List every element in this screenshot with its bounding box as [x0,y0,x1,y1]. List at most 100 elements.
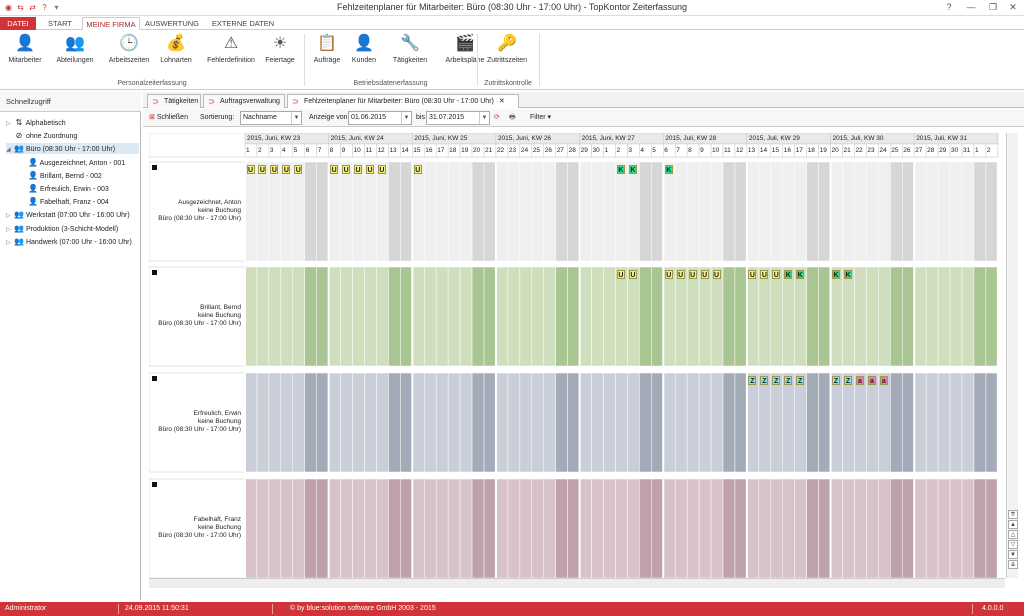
absence-badge[interactable]: K [628,165,637,174]
close-planner-button[interactable]: ⊠ Schließen [149,111,188,125]
absence-badge[interactable]: Z [772,376,781,385]
absence-badge[interactable]: a [867,376,876,385]
tree-expander-icon[interactable]: ▷ [6,238,14,249]
absence-badge[interactable]: U [330,165,339,174]
absence-badge[interactable]: U [616,270,625,279]
help-window-icon[interactable]: ? [938,0,960,14]
filter-button[interactable]: Filter ▾ [530,111,551,125]
absence-badge[interactable]: K [796,270,805,279]
tree-expander-icon[interactable]: ▷ [6,211,14,222]
tree-item[interactable]: ▷ 👥 Handwerk (07:00 Uhr - 16:00 Uhr) [6,236,139,247]
tree-item[interactable]: ▷ ⇅ Alphabetisch [6,117,139,128]
ribbon-tab-5[interactable]: EXTERNE DATEN [206,17,280,30]
ribbon-button-1-0[interactable]: 📋 Aufträge [310,34,344,74]
ribbon-button-0-5[interactable]: ☀ Feiertage [262,34,298,74]
to-date-field[interactable]: 31.07.2015 ▼ [426,111,490,125]
absence-badge[interactable]: Z [760,376,769,385]
tree-item[interactable]: ▷ 👥 Werkstatt (07:00 Uhr - 16:00 Uhr) [6,209,139,220]
absence-badge[interactable]: U [688,270,697,279]
tree-item[interactable]: 👤 Erfreulich, Erwin - 003 [20,183,139,194]
tree-expander-icon[interactable]: ▷ [6,119,14,130]
scroll-up-icon[interactable]: ▲ [1008,520,1018,529]
ribbon-tab-4[interactable]: AUSWERTUNG [141,17,203,30]
row-select-marker[interactable] [152,482,157,487]
absence-badge[interactable]: Z [844,376,852,385]
tree-item[interactable]: ◢ 👥 Büro (08:30 Uhr - 17:00 Uhr) [6,143,139,156]
absence-badge[interactable]: U [664,270,673,279]
absence-badge[interactable]: U [354,165,363,174]
row-select-marker[interactable] [152,165,157,170]
absence-badge[interactable]: U [294,165,303,174]
absence-badge[interactable]: U [712,270,721,279]
absence-badge[interactable]: U [246,165,255,174]
day-cell [878,478,891,578]
from-date-field[interactable]: 01.06.2015 ▼ [348,111,412,125]
tree-item[interactable]: ▷ 👥 Produktion (3-Schicht-Modell) [6,223,139,234]
scroll-bottom-icon[interactable]: ⇊ [1008,560,1018,569]
absence-badge[interactable]: U [676,270,685,279]
document-tab[interactable]: ⊃ Auftragsverwaltung [203,94,285,108]
absence-badge[interactable]: Z [748,376,757,385]
absence-badge[interactable]: U [270,165,279,174]
absence-badge[interactable]: Z [832,376,841,385]
horizontal-scrollbar[interactable] [149,578,1005,588]
sort-select[interactable]: Nachname ▼ [240,111,302,125]
minimize-button[interactable]: — [960,0,982,14]
ribbon-button-0-3[interactable]: 💰 Lohnarten [155,34,197,74]
ribbon-tab-3[interactable]: MEINE FIRMA [82,17,140,30]
refresh-icon[interactable]: ⟳ [494,111,500,125]
week-header: 2015, Juli, KW 29 [748,135,800,142]
document-tab[interactable]: ⊃ Fehlzeitenplaner für Mitarbeiter: Büro … [287,94,519,108]
absence-badge[interactable]: U [772,270,781,279]
absence-badge[interactable]: U [282,165,291,174]
ribbon-tab-1[interactable]: DATEI [0,17,36,30]
absence-badge[interactable]: U [377,165,386,174]
absence-badge[interactable]: a [879,376,888,385]
tree-expander-icon[interactable]: ◢ [6,145,14,156]
chevron-down-icon[interactable]: ▼ [291,112,301,124]
absence-badge[interactable]: K [664,165,673,174]
absence-badge[interactable]: U [700,270,709,279]
absence-badge[interactable]: Z [796,376,805,385]
print-icon[interactable]: 🖶 [509,111,516,125]
scroll-page-up-icon[interactable]: △ [1008,530,1018,539]
absence-badge[interactable]: K [616,165,625,174]
absence-badge[interactable]: Z [784,376,793,385]
ribbon-button-0-1[interactable]: 👥 Abteilungen [52,34,98,74]
absence-badge[interactable]: U [342,165,351,174]
scroll-page-down-icon[interactable]: ▽ [1008,540,1018,549]
absence-badge[interactable]: K [832,270,841,279]
calendar-dropdown-icon[interactable]: ▼ [479,112,489,124]
tree-item[interactable]: 👤 Ausgezeichnet, Anton - 001 [20,157,139,168]
row-select-marker[interactable] [152,376,157,381]
absence-badge[interactable]: U [258,165,267,174]
absence-badge[interactable]: U [413,165,422,174]
absence-badge[interactable]: U [366,165,374,174]
absence-badge[interactable]: U [760,270,769,279]
absence-badge[interactable]: K [844,270,852,279]
restore-button[interactable]: ❐ [982,0,1004,14]
calendar-dropdown-icon[interactable]: ▼ [401,112,411,124]
ribbon-button-0-0[interactable]: 👤 Mitarbeiter [4,34,46,74]
vertical-scrollbar[interactable]: ⇈ ▲ △ ▽ ▼ ⇊ [1006,133,1018,578]
ribbon-button-1-1[interactable]: 👤 Kunden [348,34,380,74]
tree-item[interactable]: 👤 Fabelhaft, Franz - 004 [20,196,139,207]
document-tab[interactable]: ⊃ Tätigkeiten [147,94,201,108]
close-tab-icon[interactable]: ✕ [499,98,505,105]
row-select-marker[interactable] [152,270,157,275]
ribbon-tab-2[interactable]: START [40,17,80,30]
scroll-down-icon[interactable]: ▼ [1008,550,1018,559]
absence-badge[interactable]: U [748,270,757,279]
absence-badge[interactable]: K [784,270,793,279]
ribbon-button-2-0[interactable]: 🔑 Zutrittszeiten [481,34,533,74]
ribbon-button-0-4[interactable]: ⚠ Fehlerdefinition [203,34,259,74]
close-window-button[interactable]: ✕ [1002,0,1024,14]
absence-badge[interactable]: U [628,270,637,279]
tree-item[interactable]: ⊘ ohne Zuordnung [6,130,139,141]
tree-expander-icon[interactable]: ▷ [6,225,14,236]
tree-item[interactable]: 👤 Brillant, Bernd - 002 [20,170,139,181]
absence-badge[interactable]: a [855,376,864,385]
ribbon-button-1-2[interactable]: 🔧 Tätigkeiten [384,34,436,74]
scroll-top-icon[interactable]: ⇈ [1008,510,1018,519]
ribbon-button-0-2[interactable]: 🕒 Arbeitszeiten [107,34,151,74]
